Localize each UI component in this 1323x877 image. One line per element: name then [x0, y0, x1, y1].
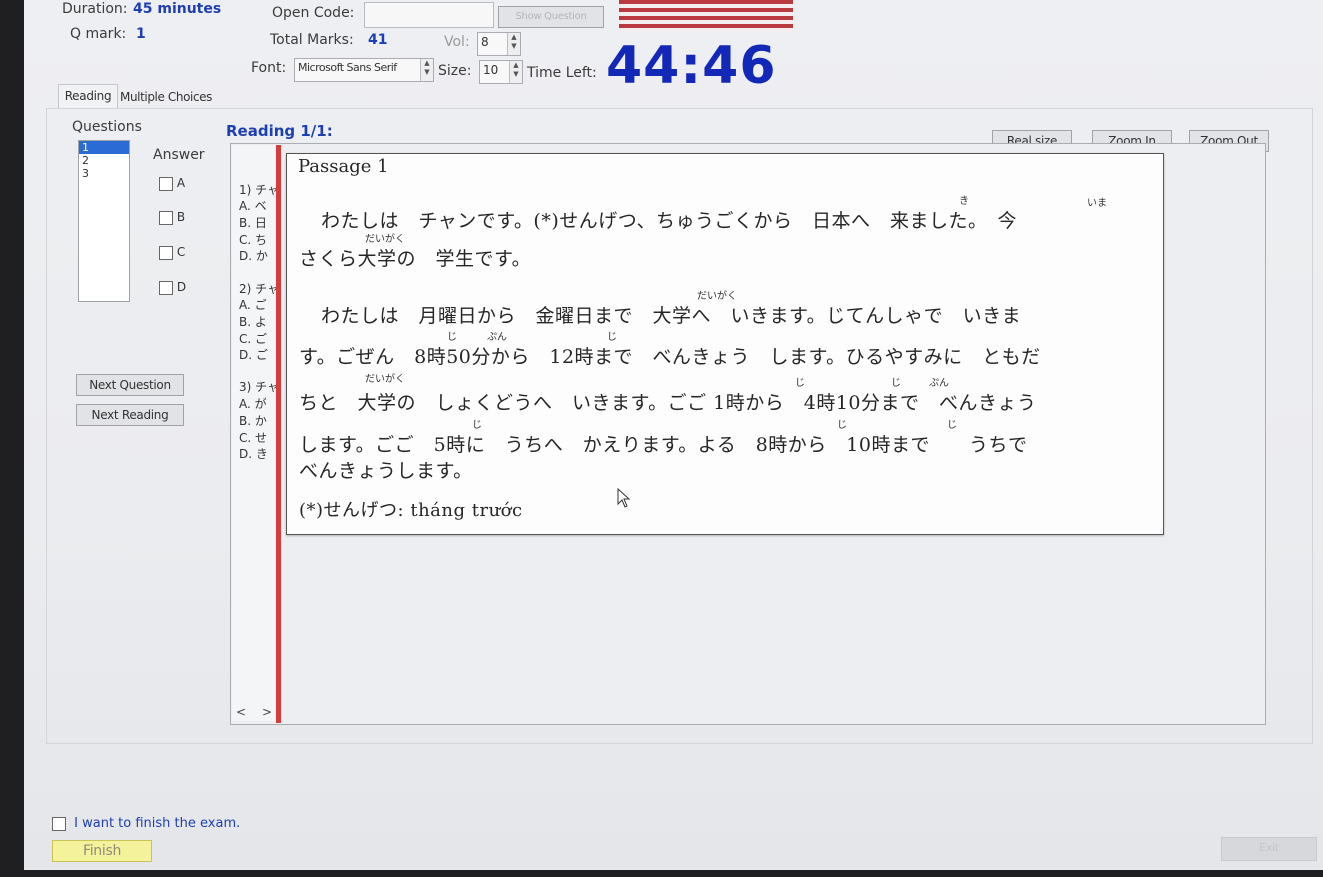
furigana: き: [959, 196, 969, 207]
size-value: 10: [483, 63, 499, 77]
answer-checkbox[interactable]: [159, 210, 173, 225]
tab-reading[interactable]: Reading: [58, 84, 118, 109]
mouse-cursor-icon: [617, 488, 631, 508]
question-snippet: C. せ: [239, 431, 268, 445]
passage-title: Passage 1: [298, 156, 389, 177]
countdown-timer: 44:46: [606, 36, 777, 96]
answer-option-label: C: [176, 245, 186, 259]
passage-line: べんきょうします。: [299, 460, 473, 482]
total-marks-label: Total Marks:: [270, 32, 354, 48]
question-snippet: 2) チャ: [239, 282, 280, 296]
questions-label: Questions: [72, 119, 142, 135]
furigana: じ: [447, 332, 457, 343]
answer-checkbox[interactable]: [159, 280, 173, 295]
passage-line: さくら大学の 学生です。: [299, 248, 532, 270]
question-snippet-pane: 1) チャ A. ベ B. 日 C. ち D. か 2) チャ A. ご B. …: [232, 145, 280, 721]
spin-arrows-icon: ▲ ▼: [507, 33, 520, 55]
question-snippet: A. が: [239, 397, 267, 411]
scroll-right-arrow[interactable]: >: [262, 705, 272, 719]
question-snippet: D. き: [239, 447, 268, 461]
passage-note: (*)せんげつ: tháng trước: [299, 500, 523, 521]
question-snippet: D. ご: [239, 348, 268, 362]
answer-option-a[interactable]: A: [159, 176, 185, 191]
duration-label: Duration:: [62, 1, 128, 17]
furigana: じ: [947, 420, 957, 431]
passage-line: す。ごぜん 8時50分から 12時まで べんきょう します。ひるやすみに ともだ: [299, 346, 1041, 368]
show-question-button[interactable]: Show Question: [498, 6, 604, 28]
passage-line: わたしは チャンです。(*)せんげつ、ちゅうごくから 日本へ 来ました。 今: [321, 210, 1017, 232]
open-code-input[interactable]: [364, 2, 494, 28]
furigana: ぷん: [929, 378, 949, 389]
scroll-left-arrow[interactable]: <: [236, 705, 246, 719]
answer-option-label: D: [176, 280, 187, 294]
answer-label: Answer: [153, 147, 205, 163]
furigana: だいがく: [365, 374, 405, 385]
exit-button[interactable]: Exit: [1221, 837, 1317, 861]
passage-line: ちと 大学の しょくどうへ いきます。ごご 1時から 4時10分まで べんきょう: [299, 392, 1037, 414]
qmark-label: Q mark:: [70, 26, 127, 42]
next-reading-button[interactable]: Next Reading: [76, 404, 184, 426]
time-left-label: Time Left:: [527, 65, 597, 81]
finish-exam-checkbox-row[interactable]: I want to finish the exam.: [52, 816, 240, 831]
open-code-label: Open Code:: [272, 5, 355, 21]
furigana: ぷん: [487, 332, 507, 343]
qmark-value: 1: [136, 26, 146, 42]
list-item[interactable]: 2: [79, 154, 129, 167]
question-snippet: D. か: [239, 249, 268, 263]
furigana: じ: [891, 378, 901, 389]
spin-arrows-icon: ▲ ▼: [509, 61, 522, 83]
passage-panel: Passage 1 き いま わたしは チャンです。(*)せんげつ、ちゅうごくか…: [286, 153, 1164, 535]
list-item[interactable]: 3: [79, 167, 129, 180]
flag-icon: [619, 0, 793, 32]
question-snippet: C. ち: [239, 233, 268, 247]
furigana: じ: [472, 420, 482, 431]
vol-label: Vol:: [444, 34, 470, 50]
total-marks-value: 41: [368, 32, 388, 48]
duration-value: 45 minutes: [133, 1, 222, 17]
answer-option-d[interactable]: D: [159, 280, 186, 295]
spin-arrows-icon: ▲ ▼: [420, 59, 433, 81]
question-snippet: C. ご: [239, 332, 268, 346]
size-label: Size:: [438, 63, 472, 79]
question-snippet: A. ご: [239, 298, 267, 312]
furigana: じ: [837, 420, 847, 431]
vol-stepper[interactable]: 8 ▲ ▼: [477, 32, 521, 56]
pane-splitter[interactable]: [276, 145, 281, 723]
answer-checkbox[interactable]: [159, 245, 173, 260]
next-question-button[interactable]: Next Question: [76, 374, 184, 396]
furigana: じ: [607, 332, 617, 343]
furigana: いま: [1087, 198, 1107, 209]
furigana: じ: [795, 378, 805, 389]
question-snippet: A. ベ: [239, 199, 267, 213]
finish-exam-checkbox[interactable]: [52, 816, 66, 831]
passage-line: します。ごご 5時に うちへ かえります。よる 8時から 10時まで うちで: [299, 434, 1028, 456]
size-stepper[interactable]: 10 ▲ ▼: [479, 60, 523, 84]
list-item[interactable]: 1: [79, 141, 129, 154]
font-select[interactable]: Microsoft Sans Serif ▲ ▼: [294, 58, 434, 82]
passage-line: わたしは 月曜日から 金曜日まで 大学へ いきます。じてんしゃで いきま: [321, 305, 1022, 327]
font-value: Microsoft Sans Serif: [298, 61, 397, 74]
tab-multiple-choices[interactable]: Multiple Choices: [120, 90, 212, 104]
question-snippet: B. よ: [239, 315, 267, 329]
question-snippet: 1) チャ: [239, 183, 280, 197]
answer-option-label: B: [176, 210, 186, 224]
finish-button[interactable]: Finish: [52, 840, 152, 862]
finish-exam-label: I want to finish the exam.: [74, 816, 241, 831]
answer-option-b[interactable]: B: [159, 210, 185, 225]
answer-checkbox[interactable]: [159, 176, 173, 191]
exam-window: Duration: 45 minutes Q mark: 1 Open Code…: [24, 0, 1323, 870]
question-list[interactable]: 1 2 3: [78, 140, 130, 302]
question-snippet: B. か: [239, 414, 267, 428]
question-snippet: 3) チャ: [239, 380, 280, 394]
furigana: だいがく: [697, 291, 737, 302]
furigana: だいがく: [365, 234, 405, 245]
font-label: Font:: [251, 60, 287, 76]
question-snippet: B. 日: [239, 216, 267, 230]
vol-value: 8: [481, 35, 489, 49]
reading-heading: Reading 1/1:: [226, 122, 333, 140]
answer-option-label: A: [176, 176, 186, 190]
answer-option-c[interactable]: C: [159, 245, 185, 260]
